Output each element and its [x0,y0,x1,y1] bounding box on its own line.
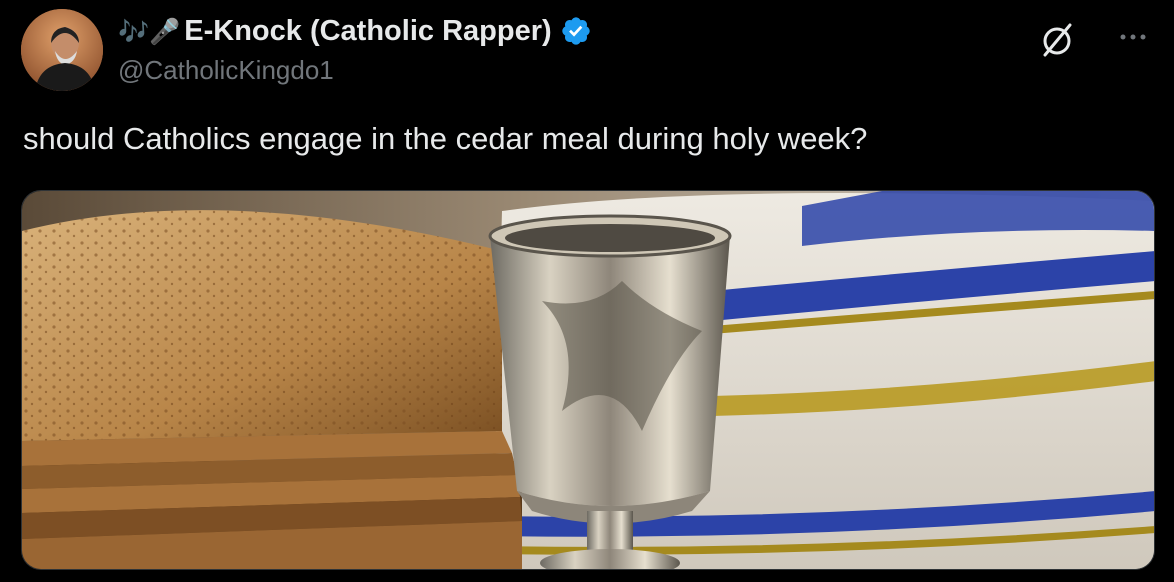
grok-icon [1043,23,1072,57]
grok-button[interactable] [1034,17,1080,63]
tweet-media-image[interactable] [21,190,1155,570]
verified-badge-icon[interactable] [560,15,592,47]
passover-matzah-cup-image [22,191,1154,569]
more-options-button[interactable] [1108,17,1158,57]
music-mic-emoji: 🎶🎤 [118,16,181,46]
author-handle[interactable]: @CatholicKingdo1 [118,55,334,86]
author-name-row[interactable]: 🎶🎤 E-Knock (Catholic Rapper) [118,12,592,50]
more-horizontal-icon [1120,34,1146,40]
tweet-text: should Catholics engage in the cedar mea… [23,121,868,156]
avatar-image [21,9,103,91]
display-name[interactable]: E-Knock (Catholic Rapper) [184,15,551,48]
avatar[interactable] [21,9,103,91]
